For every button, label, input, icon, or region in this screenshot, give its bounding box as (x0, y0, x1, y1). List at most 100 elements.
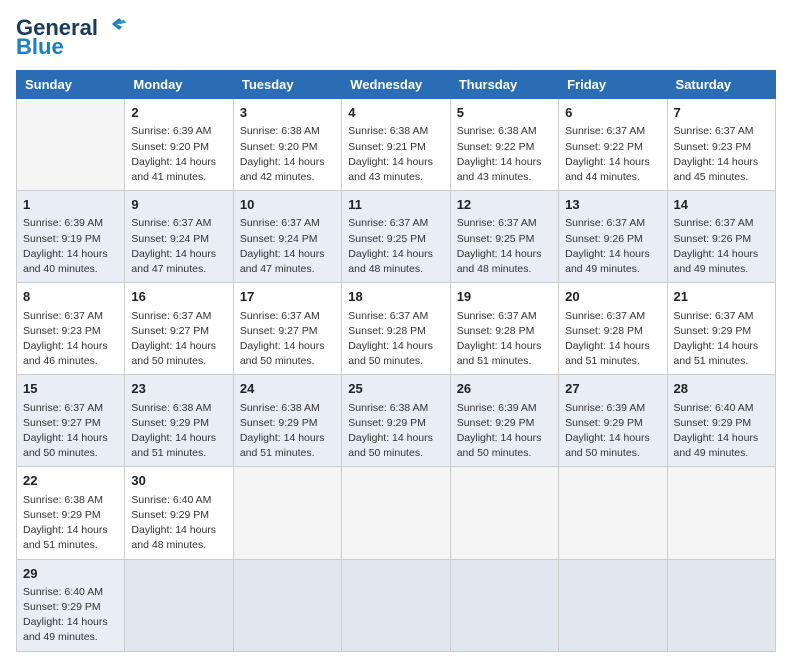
calendar-cell: 12 Sunrise: 6:37 AM Sunset: 9:25 PM Dayli… (450, 191, 558, 283)
day-number: 1 (23, 196, 118, 214)
day-number: 21 (674, 288, 769, 306)
day-number: 12 (457, 196, 552, 214)
day-info: Sunrise: 6:37 AM Sunset: 9:28 PM Dayligh… (348, 309, 443, 370)
header: General Blue (16, 16, 776, 60)
calendar-cell: 17 Sunrise: 6:37 AM Sunset: 9:27 PM Dayli… (233, 283, 341, 375)
day-info: Sunrise: 6:37 AM Sunset: 9:24 PM Dayligh… (131, 216, 226, 277)
day-number: 29 (23, 565, 118, 583)
calendar-cell: 13 Sunrise: 6:37 AM Sunset: 9:26 PM Dayli… (559, 191, 667, 283)
day-number: 17 (240, 288, 335, 306)
col-header-friday: Friday (559, 71, 667, 99)
calendar-row: 29Sunrise: 6:40 AM Sunset: 9:29 PM Dayli… (17, 559, 776, 651)
day-number: 18 (348, 288, 443, 306)
col-header-sunday: Sunday (17, 71, 125, 99)
logo-bird-icon (106, 13, 128, 35)
calendar-cell (559, 559, 667, 651)
day-info: Sunrise: 6:37 AM Sunset: 9:24 PM Dayligh… (240, 216, 335, 277)
day-info: Sunrise: 6:38 AM Sunset: 9:29 PM Dayligh… (23, 493, 118, 554)
day-number: 10 (240, 196, 335, 214)
day-info: Sunrise: 6:38 AM Sunset: 9:20 PM Dayligh… (240, 124, 335, 185)
calendar-row: 1 Sunrise: 6:39 AM Sunset: 9:19 PM Daylig… (17, 191, 776, 283)
day-number: 6 (565, 104, 660, 122)
day-number: 9 (131, 196, 226, 214)
calendar-cell: 5 Sunrise: 6:38 AM Sunset: 9:22 PM Daylig… (450, 99, 558, 191)
day-info: Sunrise: 6:39 AM Sunset: 9:19 PM Dayligh… (23, 216, 118, 277)
calendar-cell (667, 467, 775, 559)
day-info: Sunrise: 6:37 AM Sunset: 9:25 PM Dayligh… (457, 216, 552, 277)
calendar-cell: 6 Sunrise: 6:37 AM Sunset: 9:22 PM Daylig… (559, 99, 667, 191)
day-info: Sunrise: 6:37 AM Sunset: 9:28 PM Dayligh… (457, 309, 552, 370)
day-info: Sunrise: 6:39 AM Sunset: 9:20 PM Dayligh… (131, 124, 226, 185)
calendar-cell: 19 Sunrise: 6:37 AM Sunset: 9:28 PM Dayli… (450, 283, 558, 375)
day-number: 30 (131, 472, 226, 490)
day-info: Sunrise: 6:38 AM Sunset: 9:22 PM Dayligh… (457, 124, 552, 185)
col-header-wednesday: Wednesday (342, 71, 450, 99)
day-number: 14 (674, 196, 769, 214)
header-row: SundayMondayTuesdayWednesdayThursdayFrid… (17, 71, 776, 99)
calendar-cell (559, 467, 667, 559)
day-number: 19 (457, 288, 552, 306)
day-number: 2 (131, 104, 226, 122)
col-header-monday: Monday (125, 71, 233, 99)
day-info: Sunrise: 6:39 AM Sunset: 9:29 PM Dayligh… (565, 401, 660, 462)
calendar-row: 22 Sunrise: 6:38 AM Sunset: 9:29 PM Dayli… (17, 467, 776, 559)
calendar-cell: 23Sunrise: 6:38 AM Sunset: 9:29 PM Dayli… (125, 375, 233, 467)
day-number: 26 (457, 380, 552, 398)
logo: General Blue (16, 16, 128, 60)
day-number: 15 (23, 380, 118, 398)
calendar-cell: 26 Sunrise: 6:39 AM Sunset: 9:29 PM Dayli… (450, 375, 558, 467)
day-info: Sunrise: 6:37 AM Sunset: 9:22 PM Dayligh… (565, 124, 660, 185)
calendar-cell: 20Sunrise: 6:37 AM Sunset: 9:28 PM Dayli… (559, 283, 667, 375)
calendar-cell: 4 Sunrise: 6:38 AM Sunset: 9:21 PM Daylig… (342, 99, 450, 191)
day-info: Sunrise: 6:37 AM Sunset: 9:27 PM Dayligh… (240, 309, 335, 370)
calendar-row: 2 Sunrise: 6:39 AM Sunset: 9:20 PM Daylig… (17, 99, 776, 191)
calendar-cell: 25Sunrise: 6:38 AM Sunset: 9:29 PM Dayli… (342, 375, 450, 467)
day-number: 11 (348, 196, 443, 214)
day-number: 5 (457, 104, 552, 122)
day-info: Sunrise: 6:37 AM Sunset: 9:25 PM Dayligh… (348, 216, 443, 277)
col-header-tuesday: Tuesday (233, 71, 341, 99)
calendar-cell: 16Sunrise: 6:37 AM Sunset: 9:27 PM Dayli… (125, 283, 233, 375)
calendar-cell: 18 Sunrise: 6:37 AM Sunset: 9:28 PM Dayli… (342, 283, 450, 375)
day-number: 25 (348, 380, 443, 398)
calendar-cell (667, 559, 775, 651)
day-number: 8 (23, 288, 118, 306)
day-info: Sunrise: 6:37 AM Sunset: 9:23 PM Dayligh… (674, 124, 769, 185)
col-header-thursday: Thursday (450, 71, 558, 99)
calendar-cell (450, 467, 558, 559)
calendar-cell: 27 Sunrise: 6:39 AM Sunset: 9:29 PM Dayli… (559, 375, 667, 467)
day-number: 7 (674, 104, 769, 122)
calendar-cell: 10 Sunrise: 6:37 AM Sunset: 9:24 PM Dayli… (233, 191, 341, 283)
calendar-cell: 15 Sunrise: 6:37 AM Sunset: 9:27 PM Dayli… (17, 375, 125, 467)
calendar-cell: 30 Sunrise: 6:40 AM Sunset: 9:29 PM Dayli… (125, 467, 233, 559)
calendar-cell (17, 99, 125, 191)
calendar-cell: 2 Sunrise: 6:39 AM Sunset: 9:20 PM Daylig… (125, 99, 233, 191)
day-info: Sunrise: 6:37 AM Sunset: 9:26 PM Dayligh… (674, 216, 769, 277)
calendar-cell: 28Sunrise: 6:40 AM Sunset: 9:29 PM Dayli… (667, 375, 775, 467)
day-info: Sunrise: 6:38 AM Sunset: 9:29 PM Dayligh… (240, 401, 335, 462)
day-info: Sunrise: 6:37 AM Sunset: 9:26 PM Dayligh… (565, 216, 660, 277)
day-number: 4 (348, 104, 443, 122)
calendar-cell (450, 559, 558, 651)
day-info: Sunrise: 6:37 AM Sunset: 9:27 PM Dayligh… (23, 401, 118, 462)
day-number: 22 (23, 472, 118, 490)
calendar-cell: 14 Sunrise: 6:37 AM Sunset: 9:26 PM Dayli… (667, 191, 775, 283)
calendar-cell: 21Sunrise: 6:37 AM Sunset: 9:29 PM Dayli… (667, 283, 775, 375)
calendar-cell (342, 559, 450, 651)
calendar-cell: 24Sunrise: 6:38 AM Sunset: 9:29 PM Dayli… (233, 375, 341, 467)
day-info: Sunrise: 6:39 AM Sunset: 9:29 PM Dayligh… (457, 401, 552, 462)
calendar-cell: 9 Sunrise: 6:37 AM Sunset: 9:24 PM Daylig… (125, 191, 233, 283)
calendar-cell: 29Sunrise: 6:40 AM Sunset: 9:29 PM Dayli… (17, 559, 125, 651)
day-number: 27 (565, 380, 660, 398)
calendar-cell: 22 Sunrise: 6:38 AM Sunset: 9:29 PM Dayli… (17, 467, 125, 559)
calendar-cell: 11 Sunrise: 6:37 AM Sunset: 9:25 PM Dayli… (342, 191, 450, 283)
day-info: Sunrise: 6:40 AM Sunset: 9:29 PM Dayligh… (131, 493, 226, 554)
calendar-cell: 3Sunrise: 6:38 AM Sunset: 9:20 PM Daylig… (233, 99, 341, 191)
day-number: 23 (131, 380, 226, 398)
calendar-row: 8Sunrise: 6:37 AM Sunset: 9:23 PM Daylig… (17, 283, 776, 375)
day-info: Sunrise: 6:38 AM Sunset: 9:21 PM Dayligh… (348, 124, 443, 185)
calendar-cell: 1 Sunrise: 6:39 AM Sunset: 9:19 PM Daylig… (17, 191, 125, 283)
day-number: 13 (565, 196, 660, 214)
day-number: 16 (131, 288, 226, 306)
day-info: Sunrise: 6:37 AM Sunset: 9:28 PM Dayligh… (565, 309, 660, 370)
